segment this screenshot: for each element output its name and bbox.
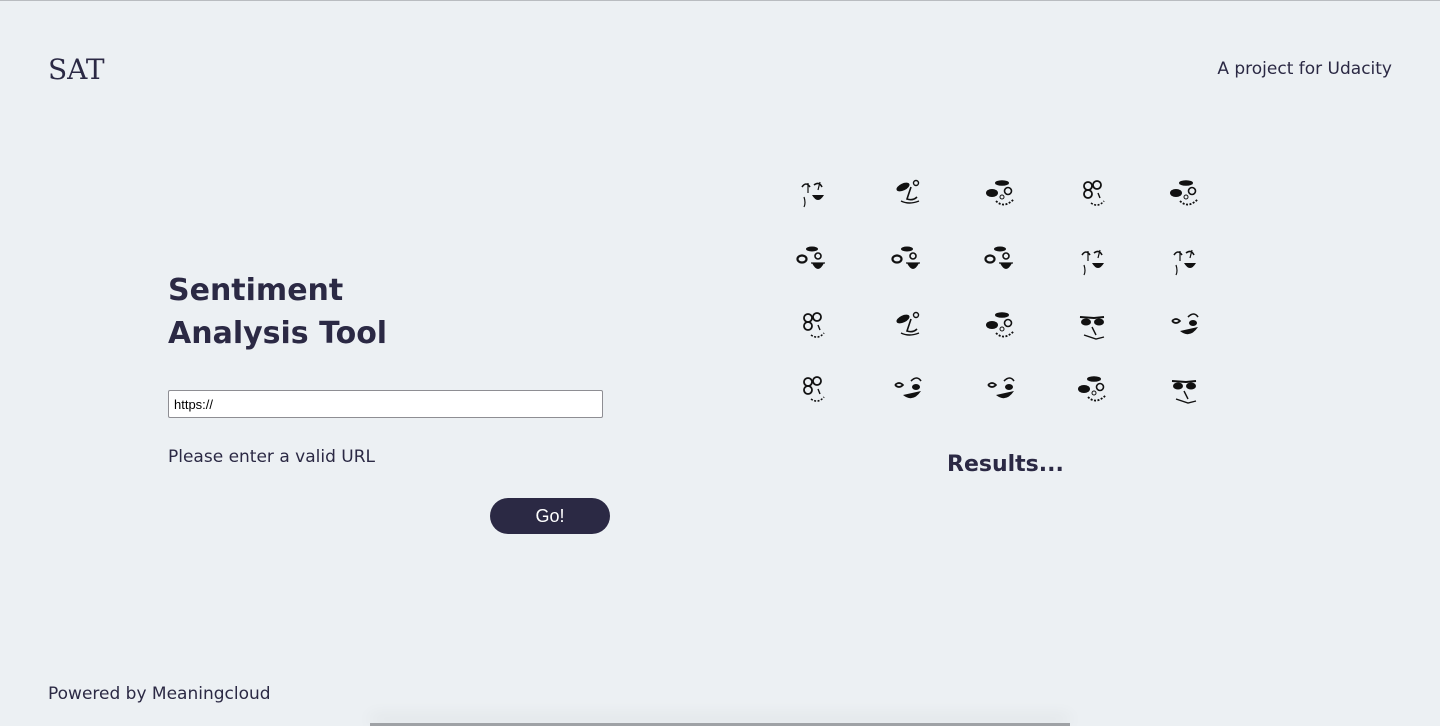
face-grin-icon (1164, 241, 1208, 285)
face-smirk-icon (980, 369, 1024, 413)
face-dizzy-icon (980, 305, 1024, 349)
face-illustration-grid (782, 169, 1212, 419)
app-logo: SAT (48, 53, 105, 86)
face-laugh-icon (792, 241, 836, 285)
page-title: Sentiment Analysis Tool (168, 269, 468, 355)
face-stern-icon (1164, 369, 1208, 413)
url-hint: Please enter a valid URL (168, 447, 375, 467)
face-wink-icon (887, 173, 931, 217)
face-goggle-icon (792, 369, 836, 413)
face-smirk-icon (1164, 305, 1208, 349)
face-goggle-icon (1072, 173, 1116, 217)
face-grin-icon (1072, 241, 1116, 285)
header-tagline: A project for Udacity (1217, 59, 1392, 79)
face-stern-icon (1072, 305, 1116, 349)
go-button[interactable]: Go! (490, 498, 610, 534)
face-goggle-icon (792, 305, 836, 349)
face-laugh-icon (980, 241, 1024, 285)
results-label: Results... (947, 452, 1064, 477)
face-wink-icon (887, 305, 931, 349)
page-title-line2: Analysis Tool (168, 316, 388, 351)
face-laugh-icon (887, 241, 931, 285)
face-dizzy-icon (1164, 173, 1208, 217)
face-dizzy-icon (980, 173, 1024, 217)
url-input[interactable] (168, 390, 603, 418)
page-title-line1: Sentiment (168, 273, 344, 308)
face-grin-icon (792, 173, 836, 217)
face-smirk-icon (887, 369, 931, 413)
footer-credit: Powered by Meaningcloud (48, 684, 271, 704)
face-dizzy-icon (1072, 369, 1116, 413)
